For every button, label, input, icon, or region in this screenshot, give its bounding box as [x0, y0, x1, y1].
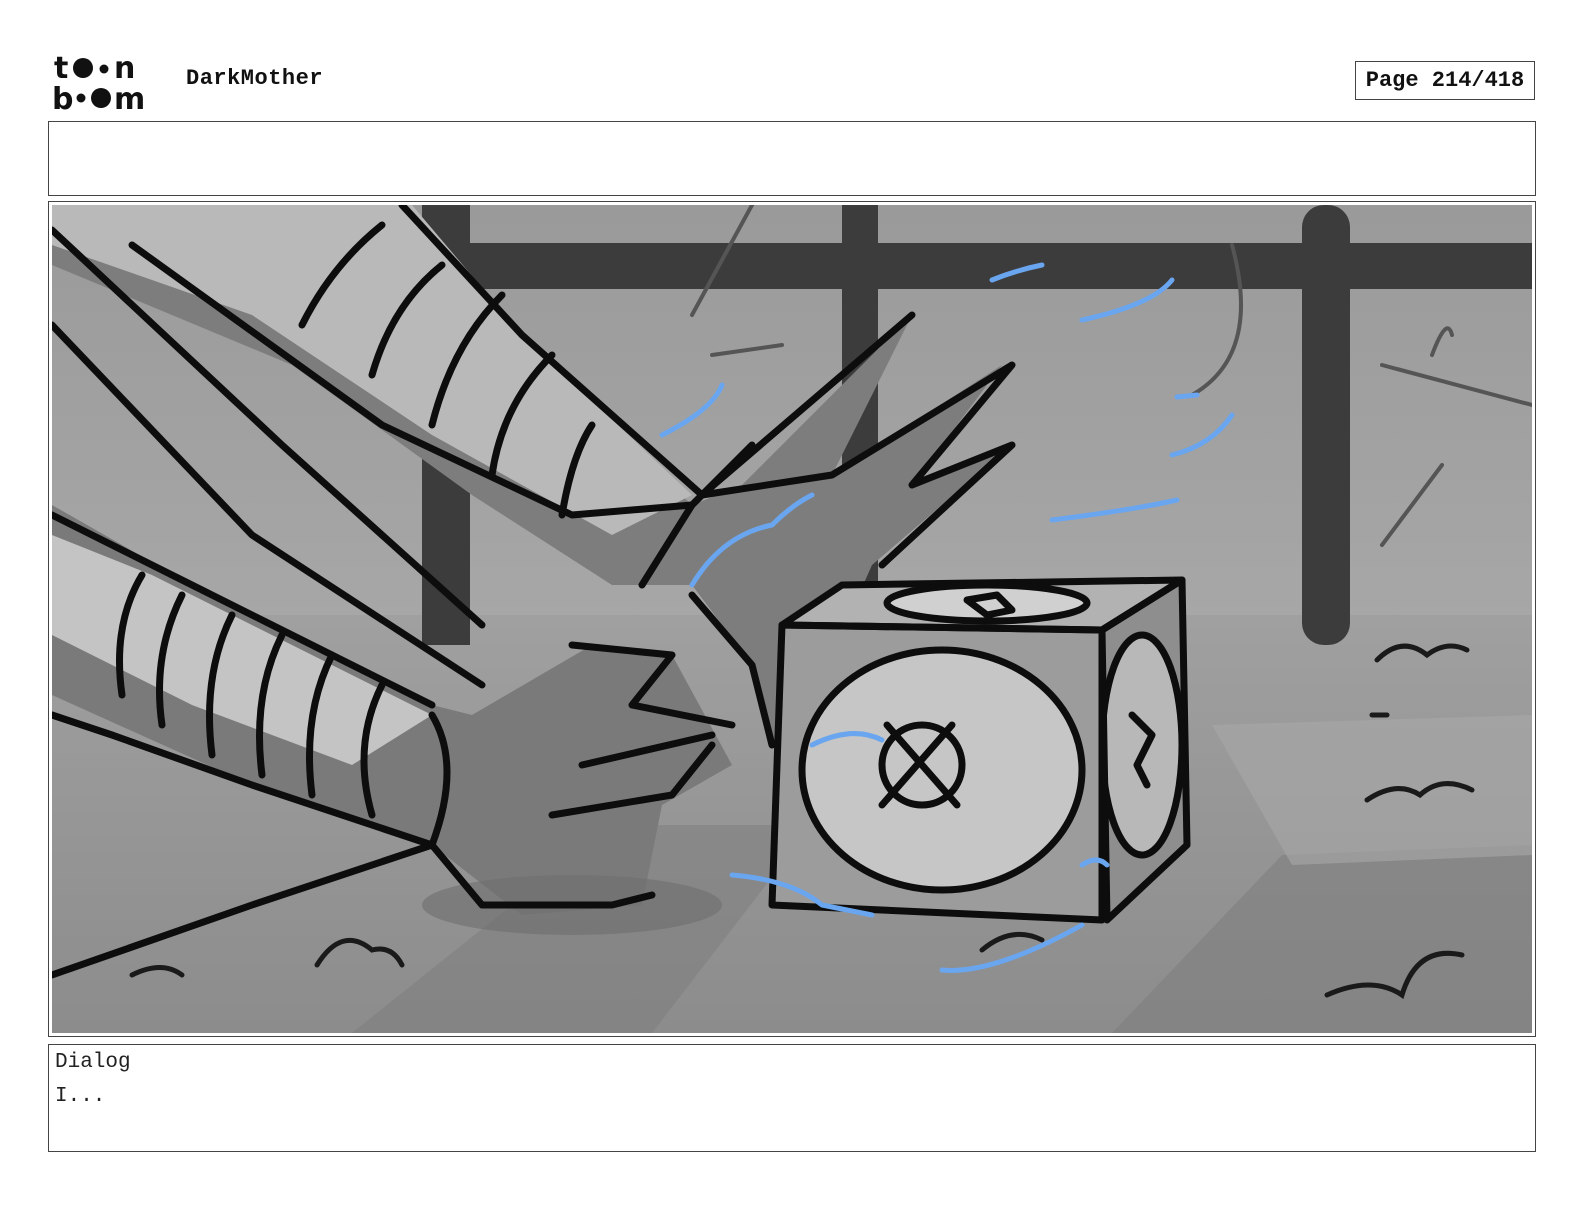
toon-boom-logo: t n b m — [52, 51, 145, 112]
storyboard-panel — [52, 205, 1532, 1033]
svg-text:t: t — [54, 51, 68, 86]
dialog-label: Dialog — [55, 1051, 131, 1074]
puzzle-cube-illustration — [768, 576, 1191, 924]
svg-text:b: b — [52, 82, 73, 112]
notes-area[interactable] — [48, 121, 1536, 196]
page-counter: Page 214/418 — [1355, 61, 1535, 100]
project-title: DarkMother — [186, 66, 324, 91]
svg-text:n: n — [114, 51, 135, 86]
dialog-box[interactable]: Dialog I... — [48, 1044, 1536, 1152]
dialog-text: I... — [55, 1085, 106, 1108]
svg-text:m: m — [114, 82, 145, 112]
panel-drawing — [52, 205, 1532, 1033]
